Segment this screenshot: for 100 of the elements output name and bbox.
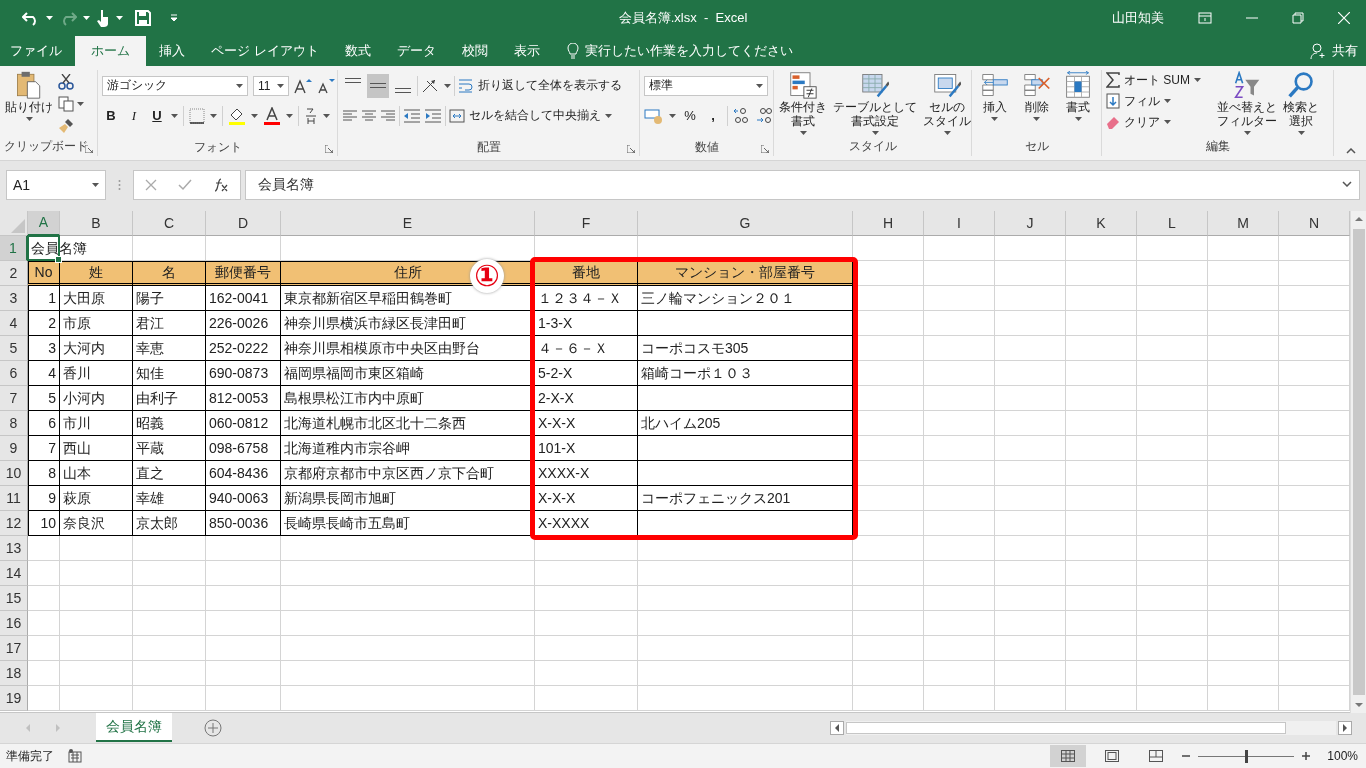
column-header[interactable]: M (1208, 210, 1279, 236)
scissors-icon[interactable] (58, 73, 74, 90)
zoom-level[interactable]: 100% (1318, 749, 1358, 764)
column-header[interactable]: H (853, 210, 924, 236)
collapse-ribbon-icon[interactable] (1346, 147, 1356, 154)
borders-icon[interactable] (189, 107, 205, 124)
name-box[interactable]: A1 (6, 169, 106, 200)
clear-button[interactable]: クリア (1106, 113, 1212, 131)
row-header[interactable]: 12 (0, 510, 28, 536)
column-header[interactable]: J (995, 210, 1066, 236)
close-icon[interactable] (1338, 11, 1350, 24)
row-header[interactable]: 17 (0, 635, 28, 661)
row-header[interactable]: 9 (0, 435, 28, 461)
column-header[interactable]: A (28, 210, 60, 236)
italic-button[interactable]: I (125, 107, 143, 124)
decrease-indent-icon[interactable] (403, 108, 421, 123)
row-header[interactable]: 5 (0, 335, 28, 361)
fill-color-icon[interactable] (228, 106, 246, 125)
customize-icon[interactable] (169, 12, 179, 23)
scroll-right-icon[interactable] (1338, 721, 1352, 736)
caret-icon[interactable] (83, 15, 90, 20)
ribbon-tab[interactable]: ページ レイアウト (198, 35, 332, 66)
launcher-icon[interactable] (627, 144, 635, 153)
cell-styles-button[interactable]: セルの スタイル (922, 69, 972, 136)
row-header[interactable]: 4 (0, 310, 28, 336)
row-header[interactable]: 1 (0, 235, 28, 261)
row-header[interactable]: 16 (0, 610, 28, 636)
shrink-font-icon[interactable] (317, 77, 335, 94)
ribbon-tab[interactable]: 表示 (500, 35, 553, 66)
scrollbar-thumb[interactable] (846, 722, 1286, 735)
row-header[interactable]: 11 (0, 485, 28, 511)
underline-button[interactable]: U (148, 108, 166, 124)
normal-view-button[interactable] (1050, 745, 1086, 768)
grow-font-icon[interactable] (294, 77, 312, 94)
save-icon[interactable] (135, 9, 151, 26)
column-header[interactable]: D (206, 210, 281, 236)
font-color-icon[interactable] (263, 106, 281, 125)
formula-field[interactable]: 会員名簿 (245, 169, 1360, 200)
launcher-icon[interactable] (325, 144, 333, 153)
autosum-button[interactable]: オート SUM (1106, 71, 1212, 89)
column-header[interactable]: K (1066, 210, 1137, 236)
ribbon-tab[interactable]: 校閲 (448, 35, 501, 66)
row-header[interactable]: 2 (0, 260, 28, 286)
align-middle-button[interactable] (367, 73, 389, 98)
paste-button[interactable]: 貼り付け (4, 69, 54, 122)
row-header[interactable]: 7 (0, 385, 28, 411)
add-sheet-icon[interactable] (204, 719, 222, 738)
decrease-decimal-icon[interactable] (756, 106, 774, 125)
row-header[interactable]: 18 (0, 660, 28, 686)
ribbon-tab[interactable]: 数式 (331, 35, 384, 66)
macro-record-icon[interactable] (68, 749, 82, 764)
hand-icon[interactable] (96, 8, 110, 27)
find-select-button[interactable]: 検索と 選択 (1282, 69, 1320, 136)
row-header[interactable]: 6 (0, 360, 28, 386)
column-header[interactable]: F (535, 210, 638, 236)
column-header[interactable]: C (133, 210, 206, 236)
conditional-format-button[interactable]: 条件付き 書式 (778, 69, 828, 136)
bold-button[interactable]: B (102, 108, 120, 124)
brush-icon[interactable] (58, 117, 74, 134)
format-button[interactable]: 書式 (1059, 69, 1097, 122)
function-icon[interactable] (213, 177, 230, 192)
percent-button[interactable]: % (681, 108, 699, 124)
format-as-table-button[interactable]: テーブルとして 書式設定 (832, 69, 918, 136)
increase-indent-icon[interactable] (424, 108, 442, 123)
restore-icon[interactable] (1292, 11, 1304, 24)
row-header[interactable]: 14 (0, 560, 28, 586)
font-size-field[interactable]: 11 (253, 75, 289, 96)
increase-decimal-icon[interactable] (733, 106, 751, 125)
row-header[interactable]: 3 (0, 285, 28, 311)
column-header[interactable]: E (281, 210, 535, 236)
number-format-field[interactable]: 標準 (644, 75, 768, 96)
column-header[interactable]: L (1137, 210, 1208, 236)
wrap-text-button[interactable]: 折り返して全体を表示する (458, 77, 622, 95)
caret-icon[interactable] (116, 15, 123, 20)
column-header[interactable]: N (1279, 210, 1350, 236)
comma-button[interactable]: , (704, 108, 722, 124)
scrollbar-thumb[interactable] (1352, 228, 1365, 695)
column-header[interactable]: I (924, 210, 995, 236)
expand-icon[interactable] (1342, 181, 1352, 187)
caret-icon[interactable] (46, 15, 53, 20)
zoom-in-icon[interactable] (1302, 752, 1310, 761)
column-header[interactable]: G (638, 210, 853, 236)
row-header[interactable]: 15 (0, 585, 28, 611)
row-header[interactable]: 10 (0, 460, 28, 486)
column-header[interactable]: B (60, 210, 133, 236)
fill-button[interactable]: フィル (1106, 92, 1212, 110)
ribbon-tab[interactable]: 挿入 (146, 35, 198, 66)
ribbon-tab[interactable]: ホーム (75, 35, 146, 66)
insert-button[interactable]: 挿入 (976, 69, 1014, 122)
share-button[interactable]: 共有 (1310, 35, 1366, 66)
launcher-icon[interactable] (761, 144, 769, 153)
scroll-left-icon[interactable] (830, 721, 844, 736)
font-name-field[interactable]: 游ゴシック (102, 75, 248, 96)
row-header[interactable]: 13 (0, 535, 28, 561)
ribbon-tab[interactable]: データ (383, 35, 449, 66)
launcher-icon[interactable] (85, 144, 93, 153)
ribbon-tab[interactable]: ファイル (0, 35, 75, 66)
copy-icon[interactable] (58, 95, 74, 112)
phonetic-icon[interactable] (304, 106, 318, 125)
delete-button[interactable]: 削除 (1017, 69, 1056, 122)
